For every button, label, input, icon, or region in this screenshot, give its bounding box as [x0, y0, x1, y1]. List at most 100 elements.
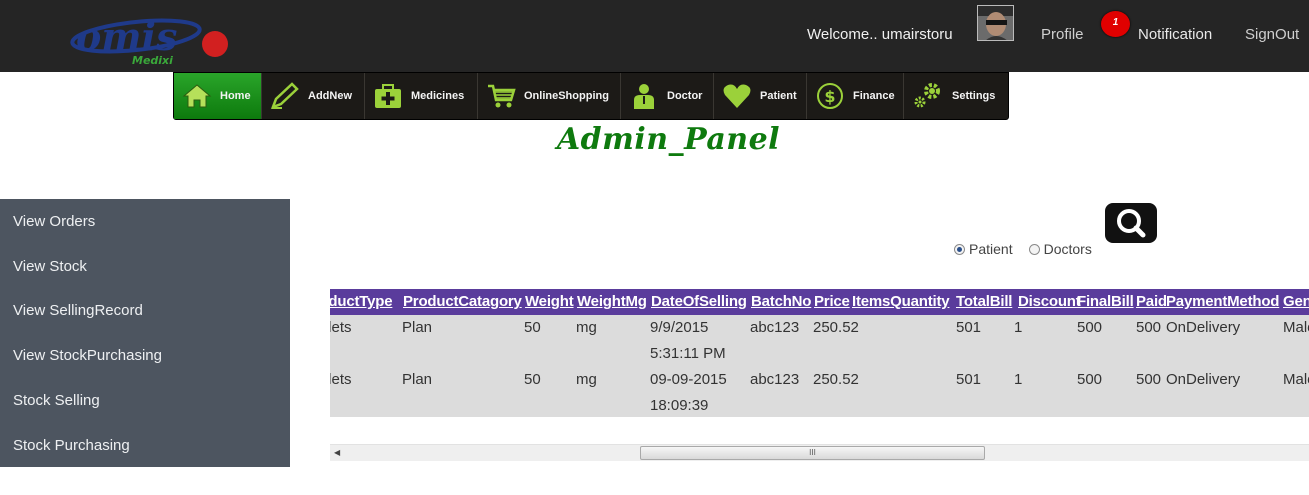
sidebar-item-stock-purchasing[interactable]: Stock Purchasing: [13, 437, 130, 454]
sidebar-item-view-stockpurchasing[interactable]: View StockPurchasing: [13, 347, 162, 364]
records-grid: ProductType ProductCatagory Weight Weigh…: [330, 289, 1309, 417]
column-header[interactable]: Gender: [1283, 293, 1309, 310]
menu-item-medicines[interactable]: Medicines: [365, 73, 478, 119]
cell-weight-mg: mg: [576, 319, 597, 336]
column-header[interactable]: WeightMg: [577, 293, 647, 310]
column-header[interactable]: BatchNo: [751, 293, 811, 310]
search-icon: [1117, 209, 1146, 238]
sidebar-item-stock-selling[interactable]: Stock Selling: [13, 392, 100, 409]
cell-weight: 50: [524, 319, 541, 336]
menu-item-finance[interactable]: $ Finance: [807, 73, 904, 119]
cell-batch: abc123: [750, 371, 800, 388]
cell-date: 09-09-2015: [650, 371, 727, 388]
dollar-icon: $: [817, 83, 843, 109]
svg-text:$: $: [824, 87, 835, 106]
cell-method: OnDelivery: [1166, 319, 1241, 336]
cell-time: 5:31:11 PM: [650, 345, 726, 362]
horizontal-scrollbar[interactable]: ◀ III: [330, 444, 1309, 461]
menu-label: Patient: [760, 90, 797, 102]
cell-time: 18:09:39: [650, 397, 709, 414]
cell-product-type: Tablets: [330, 319, 352, 336]
menu-item-onlineshopping[interactable]: OnlineShopping: [478, 73, 621, 119]
menu-label: AddNew: [308, 90, 352, 102]
notification-badge[interactable]: 1: [1101, 11, 1130, 37]
notification-link[interactable]: Notification: [1138, 26, 1212, 43]
grid-body: Tablets Plan 50 mg 9/9/2015 5:31:11 PM a…: [330, 315, 1309, 417]
cell-total: 501: [956, 319, 982, 336]
cell-category: Plan: [402, 319, 433, 336]
column-header[interactable]: ItemsQuantity: [852, 293, 950, 310]
menu-label: Finance: [853, 90, 895, 102]
column-header[interactable]: DateOfSelling: [651, 293, 747, 310]
doctor-icon: [634, 84, 654, 109]
cell-total: 501: [956, 371, 982, 388]
menu-item-doctor[interactable]: Doctor: [621, 73, 714, 119]
radio-doctors[interactable]: [1028, 243, 1040, 255]
cell-weight: 50: [524, 371, 541, 388]
column-header[interactable]: Discount: [1018, 293, 1081, 310]
column-header[interactable]: ProductCatagory: [403, 293, 522, 310]
gear-icon: [914, 83, 940, 108]
sidebar-item-view-orders[interactable]: View Orders: [13, 213, 95, 230]
welcome-text: Welcome.. umairstoru: [807, 26, 953, 43]
sidebar: View Orders View Stock View SellingRecor…: [0, 199, 290, 467]
cell-category: Plan: [402, 371, 433, 388]
cell-gender: Male: [1283, 319, 1309, 336]
cell-price: 250.52: [813, 371, 859, 388]
medkit-icon: [375, 84, 401, 108]
top-bar: omis Medixi Welcome.. umairstoru Profile…: [0, 0, 1309, 72]
column-header[interactable]: Weight: [525, 293, 574, 310]
column-header[interactable]: ProductType: [330, 293, 393, 310]
main-menu: Home AddNew Medicines OnlineShopping Doc…: [173, 72, 1009, 120]
search-type-radio-group: Patient Doctors: [954, 241, 1092, 257]
cell-weight-mg: mg: [576, 371, 597, 388]
cell-final: 500: [1077, 371, 1103, 388]
heart-icon: [723, 84, 751, 108]
cell-product-type: Tablets: [330, 371, 352, 388]
cart-icon: [488, 84, 516, 108]
sidebar-item-view-sellingrecord[interactable]: View SellingRecord: [13, 302, 143, 319]
home-icon: [182, 84, 212, 108]
cell-price: 250.52: [813, 319, 859, 336]
radio-doctors-label[interactable]: Doctors: [1044, 241, 1092, 257]
signout-link[interactable]: SignOut: [1245, 26, 1299, 43]
cell-batch: abc123: [750, 319, 800, 336]
menu-label: Medicines: [411, 90, 465, 102]
grid-header: ProductType ProductCatagory Weight Weigh…: [330, 289, 1309, 315]
svg-text:Medixi: Medixi: [132, 54, 173, 67]
pencil-icon: [270, 82, 299, 110]
menu-label: Settings: [952, 90, 996, 102]
scroll-left-arrow-icon[interactable]: ◀: [334, 448, 340, 457]
menu-label: Doctor: [667, 90, 703, 102]
column-header[interactable]: Price: [814, 293, 850, 310]
cell-paid: 500: [1136, 319, 1162, 336]
cell-gender: Male: [1283, 371, 1309, 388]
cell-method: OnDelivery: [1166, 371, 1241, 388]
sidebar-item-view-stock[interactable]: View Stock: [13, 258, 87, 275]
profile-link[interactable]: Profile: [1041, 26, 1084, 43]
column-header[interactable]: TotalBill: [956, 293, 1012, 310]
menu-item-settings[interactable]: Settings: [904, 73, 1007, 119]
radio-patient-label[interactable]: Patient: [969, 241, 1013, 257]
omis-logo[interactable]: omis Medixi: [66, 14, 236, 70]
column-header[interactable]: Paid: [1136, 293, 1167, 310]
radio-patient[interactable]: [954, 243, 965, 255]
menu-item-home[interactable]: Home: [174, 73, 262, 119]
page-title: Admin_Panel: [556, 122, 781, 157]
svg-text:omis: omis: [76, 14, 177, 59]
cell-discount: 1: [1014, 319, 1023, 336]
scrollbar-grip: III: [809, 448, 816, 457]
user-photo-icon: [978, 6, 1013, 40]
menu-label: Home: [220, 90, 251, 102]
avatar[interactable]: [977, 5, 1014, 41]
menu-item-patient[interactable]: Patient: [714, 73, 807, 119]
cell-discount: 1: [1014, 371, 1023, 388]
cell-final: 500: [1077, 319, 1103, 336]
search-button[interactable]: [1105, 203, 1157, 243]
menu-item-addnew[interactable]: AddNew: [262, 73, 365, 119]
column-header[interactable]: FinalBill: [1077, 293, 1134, 310]
column-header[interactable]: PaymentMethod: [1166, 293, 1279, 310]
scrollbar-thumb[interactable]: III: [640, 446, 985, 460]
cell-paid: 500: [1136, 371, 1162, 388]
cell-date: 9/9/2015: [650, 319, 709, 336]
